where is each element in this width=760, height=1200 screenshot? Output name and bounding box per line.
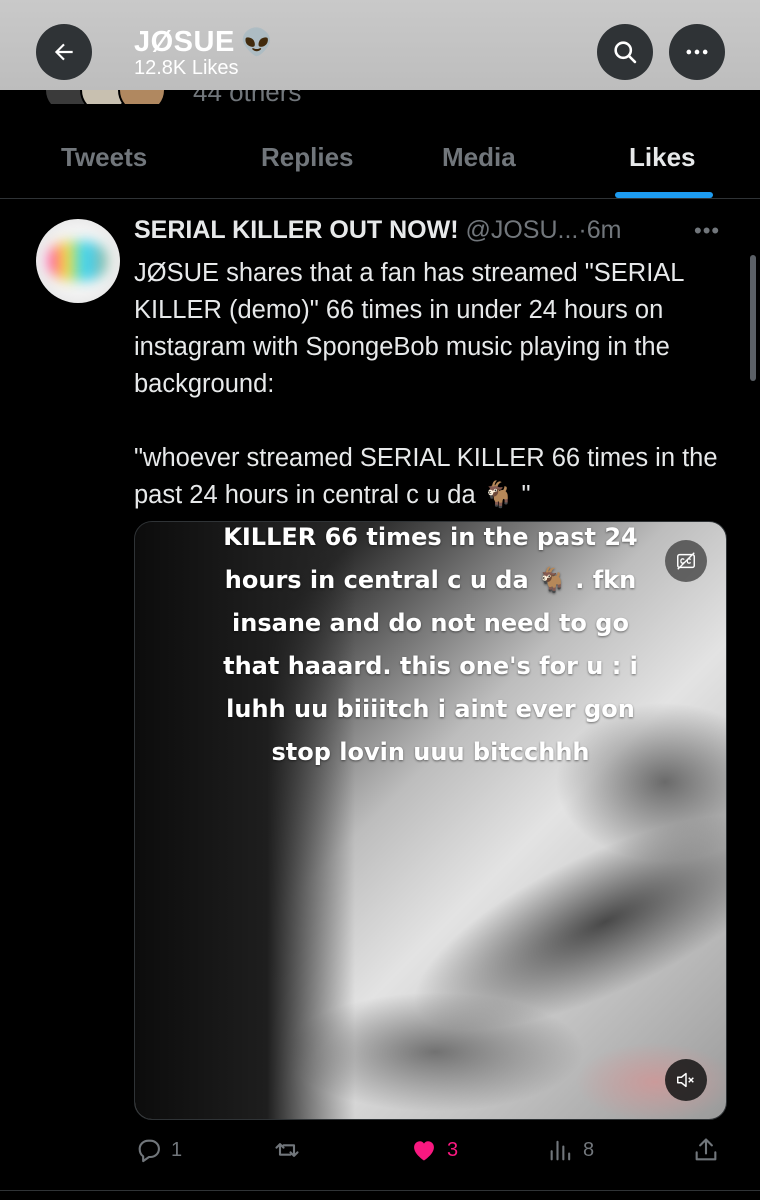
back-button[interactable]: [36, 24, 92, 80]
search-button[interactable]: [597, 24, 653, 80]
views-count: 8: [583, 1138, 595, 1161]
like-count: 3: [447, 1138, 459, 1161]
tweet-header: SERIAL KILLER OUT NOW! @JOSU...·6m: [134, 216, 621, 245]
profile-name: JØSUE 👽: [134, 26, 274, 58]
profile-tabs: Tweets Replies Media Likes: [0, 122, 760, 199]
alien-emoji: 👽: [240, 27, 274, 57]
followers-others-text: 44 others: [193, 90, 301, 104]
tweet-more-button[interactable]: •••: [694, 218, 720, 244]
profile-header: JØSUE 👽 12.8K Likes: [0, 0, 760, 90]
captions-button[interactable]: [665, 540, 707, 582]
views-action[interactable]: 8: [547, 1133, 594, 1167]
tab-likes[interactable]: Likes: [629, 142, 696, 173]
volume-muted-icon: [677, 1072, 694, 1088]
active-tab-indicator: [615, 192, 713, 198]
like-action[interactable]: 3: [409, 1133, 458, 1167]
retweet-action[interactable]: [272, 1133, 310, 1167]
caption-line: stop lovin uuu bitcchhh: [271, 738, 590, 766]
heart-filled-icon: [414, 1141, 434, 1161]
separator-dot: ·: [578, 216, 587, 244]
views-bar-chart-icon: [550, 1140, 571, 1161]
caption-line: hours in central c u da 🐐 . fkn: [224, 566, 637, 594]
caption-line: luhh uu biiiitch i aint ever gon: [226, 695, 635, 723]
scrollbar[interactable]: [750, 255, 756, 381]
caption-line: insane and do not need to go: [232, 609, 629, 637]
caption-line: that haaard. this one's for u : i: [223, 652, 638, 680]
tweet-quote: "whoever streamed SERIAL KILLER 66 times…: [134, 444, 718, 509]
tweet-video[interactable]: KILLER 66 times in the past 24 hours in …: [134, 521, 727, 1120]
tweet-paragraph: JØSUE shares that a fan has streamed "SE…: [134, 259, 684, 398]
avatar: [118, 90, 166, 104]
mute-button[interactable]: [665, 1059, 707, 1101]
reply-action[interactable]: 1: [135, 1133, 182, 1167]
share-action[interactable]: [692, 1133, 720, 1167]
reply-count: 1: [171, 1138, 183, 1161]
tweet-author-name[interactable]: SERIAL KILLER OUT NOW!: [134, 216, 459, 244]
tweet-divider: [0, 1190, 760, 1191]
tweet-author-handle[interactable]: @JOSU...: [465, 216, 578, 244]
more-button[interactable]: [669, 24, 725, 80]
search-icon: [614, 41, 637, 64]
caption-line: KILLER 66 times in the past 24: [223, 523, 638, 551]
video-caption-overlay: KILLER 66 times in the past 24 hours in …: [135, 522, 726, 774]
arrow-left-icon: [54, 43, 73, 61]
tweet-author-avatar[interactable]: [36, 219, 120, 303]
likes-count: 12.8K Likes: [134, 57, 239, 79]
retweet-icon: [275, 1143, 299, 1157]
tweet-time[interactable]: 6m: [587, 216, 622, 244]
tab-tweets[interactable]: Tweets: [61, 142, 147, 173]
followers-you-know-row: 44 others: [0, 90, 760, 104]
tab-replies[interactable]: Replies: [261, 142, 354, 173]
closed-captions-icon: [677, 552, 695, 570]
tab-media[interactable]: Media: [442, 142, 516, 173]
more-horizontal-icon: [686, 49, 708, 55]
tweet-text: JØSUE shares that a fan has streamed "SE…: [134, 255, 734, 514]
reply-icon: [138, 1139, 160, 1163]
share-icon: [695, 1138, 717, 1161]
